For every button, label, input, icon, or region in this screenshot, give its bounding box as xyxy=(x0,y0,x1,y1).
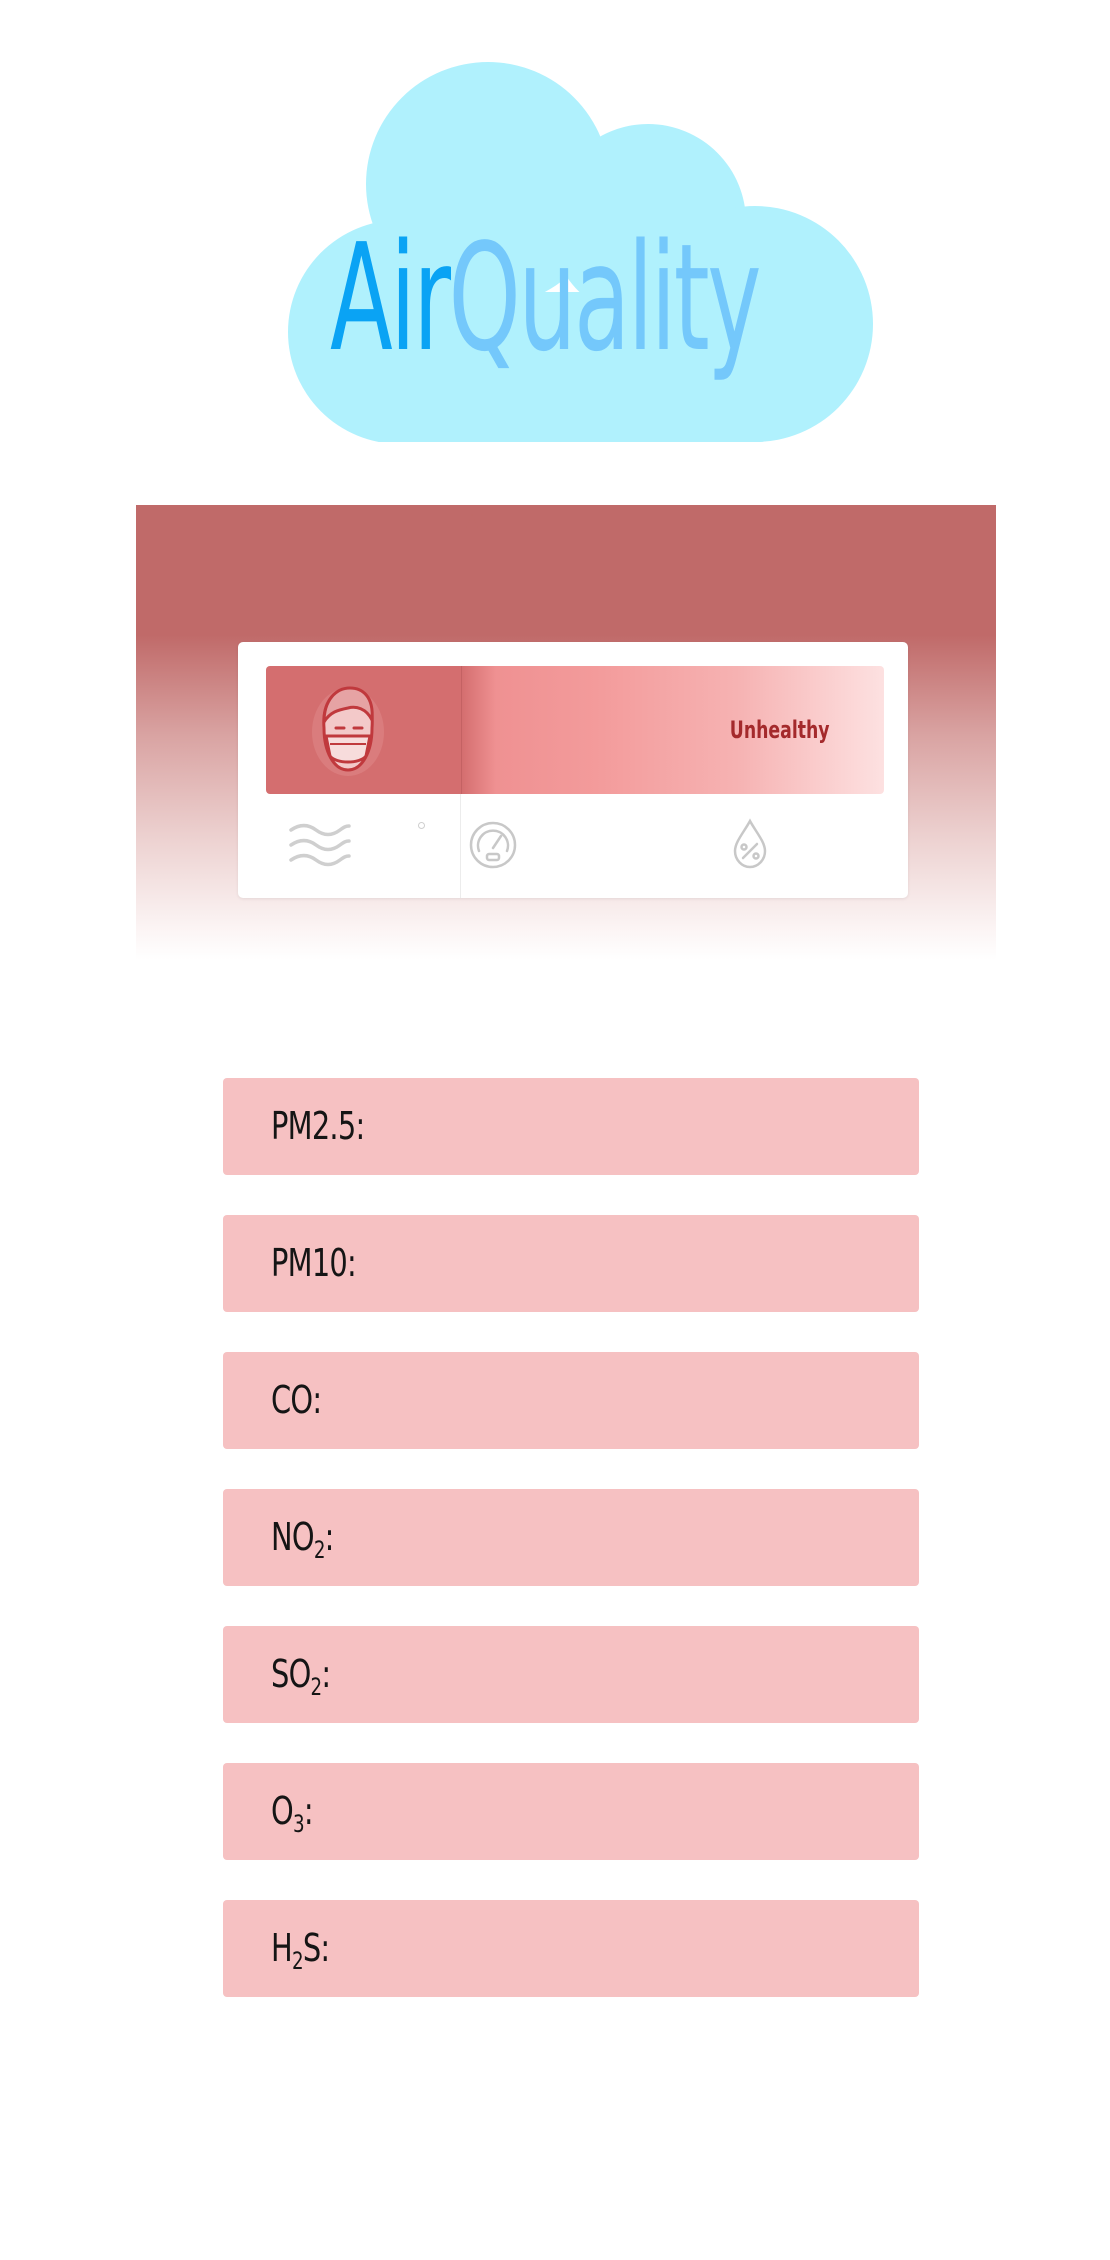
status-banner: Unhealthy xyxy=(266,666,884,794)
gauge-icon xyxy=(469,821,517,869)
pollutant-row-co: CO: xyxy=(223,1352,919,1449)
pollutant-list: PM2.5: PM10: CO: NO2: SO2: O3: H2S: xyxy=(223,1078,919,2037)
pollutant-row-h2s: H2S: xyxy=(223,1900,919,1997)
air-status-card: Unhealthy xyxy=(238,642,908,898)
air-quality-logo: AirQuality xyxy=(270,62,880,442)
pollutant-label: PM10: xyxy=(271,1241,357,1285)
pollutant-row-so2: SO2: xyxy=(223,1626,919,1723)
pollutant-row-pm10: PM10: xyxy=(223,1215,919,1312)
banner-divider xyxy=(461,666,462,794)
pollutant-label: CO: xyxy=(271,1378,322,1422)
pollutant-row-o3: O3: xyxy=(223,1763,919,1860)
degree-mark xyxy=(418,822,425,829)
title-word-quality: Quality xyxy=(448,212,762,384)
pollutant-label: PM2.5: xyxy=(271,1104,365,1148)
pollutant-label: H2S: xyxy=(271,1926,330,1975)
status-label: Unhealthy xyxy=(730,716,830,744)
wind-icon xyxy=(289,823,351,867)
pollutant-row-pm25: PM2.5: xyxy=(223,1078,919,1175)
pollutant-label: NO2: xyxy=(271,1515,334,1564)
pollutant-label: SO2: xyxy=(271,1652,331,1701)
card-divider xyxy=(460,794,461,898)
pollutant-row-no2: NO2: xyxy=(223,1489,919,1586)
mask-face-icon xyxy=(312,686,384,776)
app-title: AirQuality xyxy=(330,224,762,372)
skyline-silhouette xyxy=(136,514,996,590)
pollutant-label: O3: xyxy=(271,1789,314,1838)
humidity-icon xyxy=(733,818,767,869)
title-word-air: Air xyxy=(330,212,451,384)
